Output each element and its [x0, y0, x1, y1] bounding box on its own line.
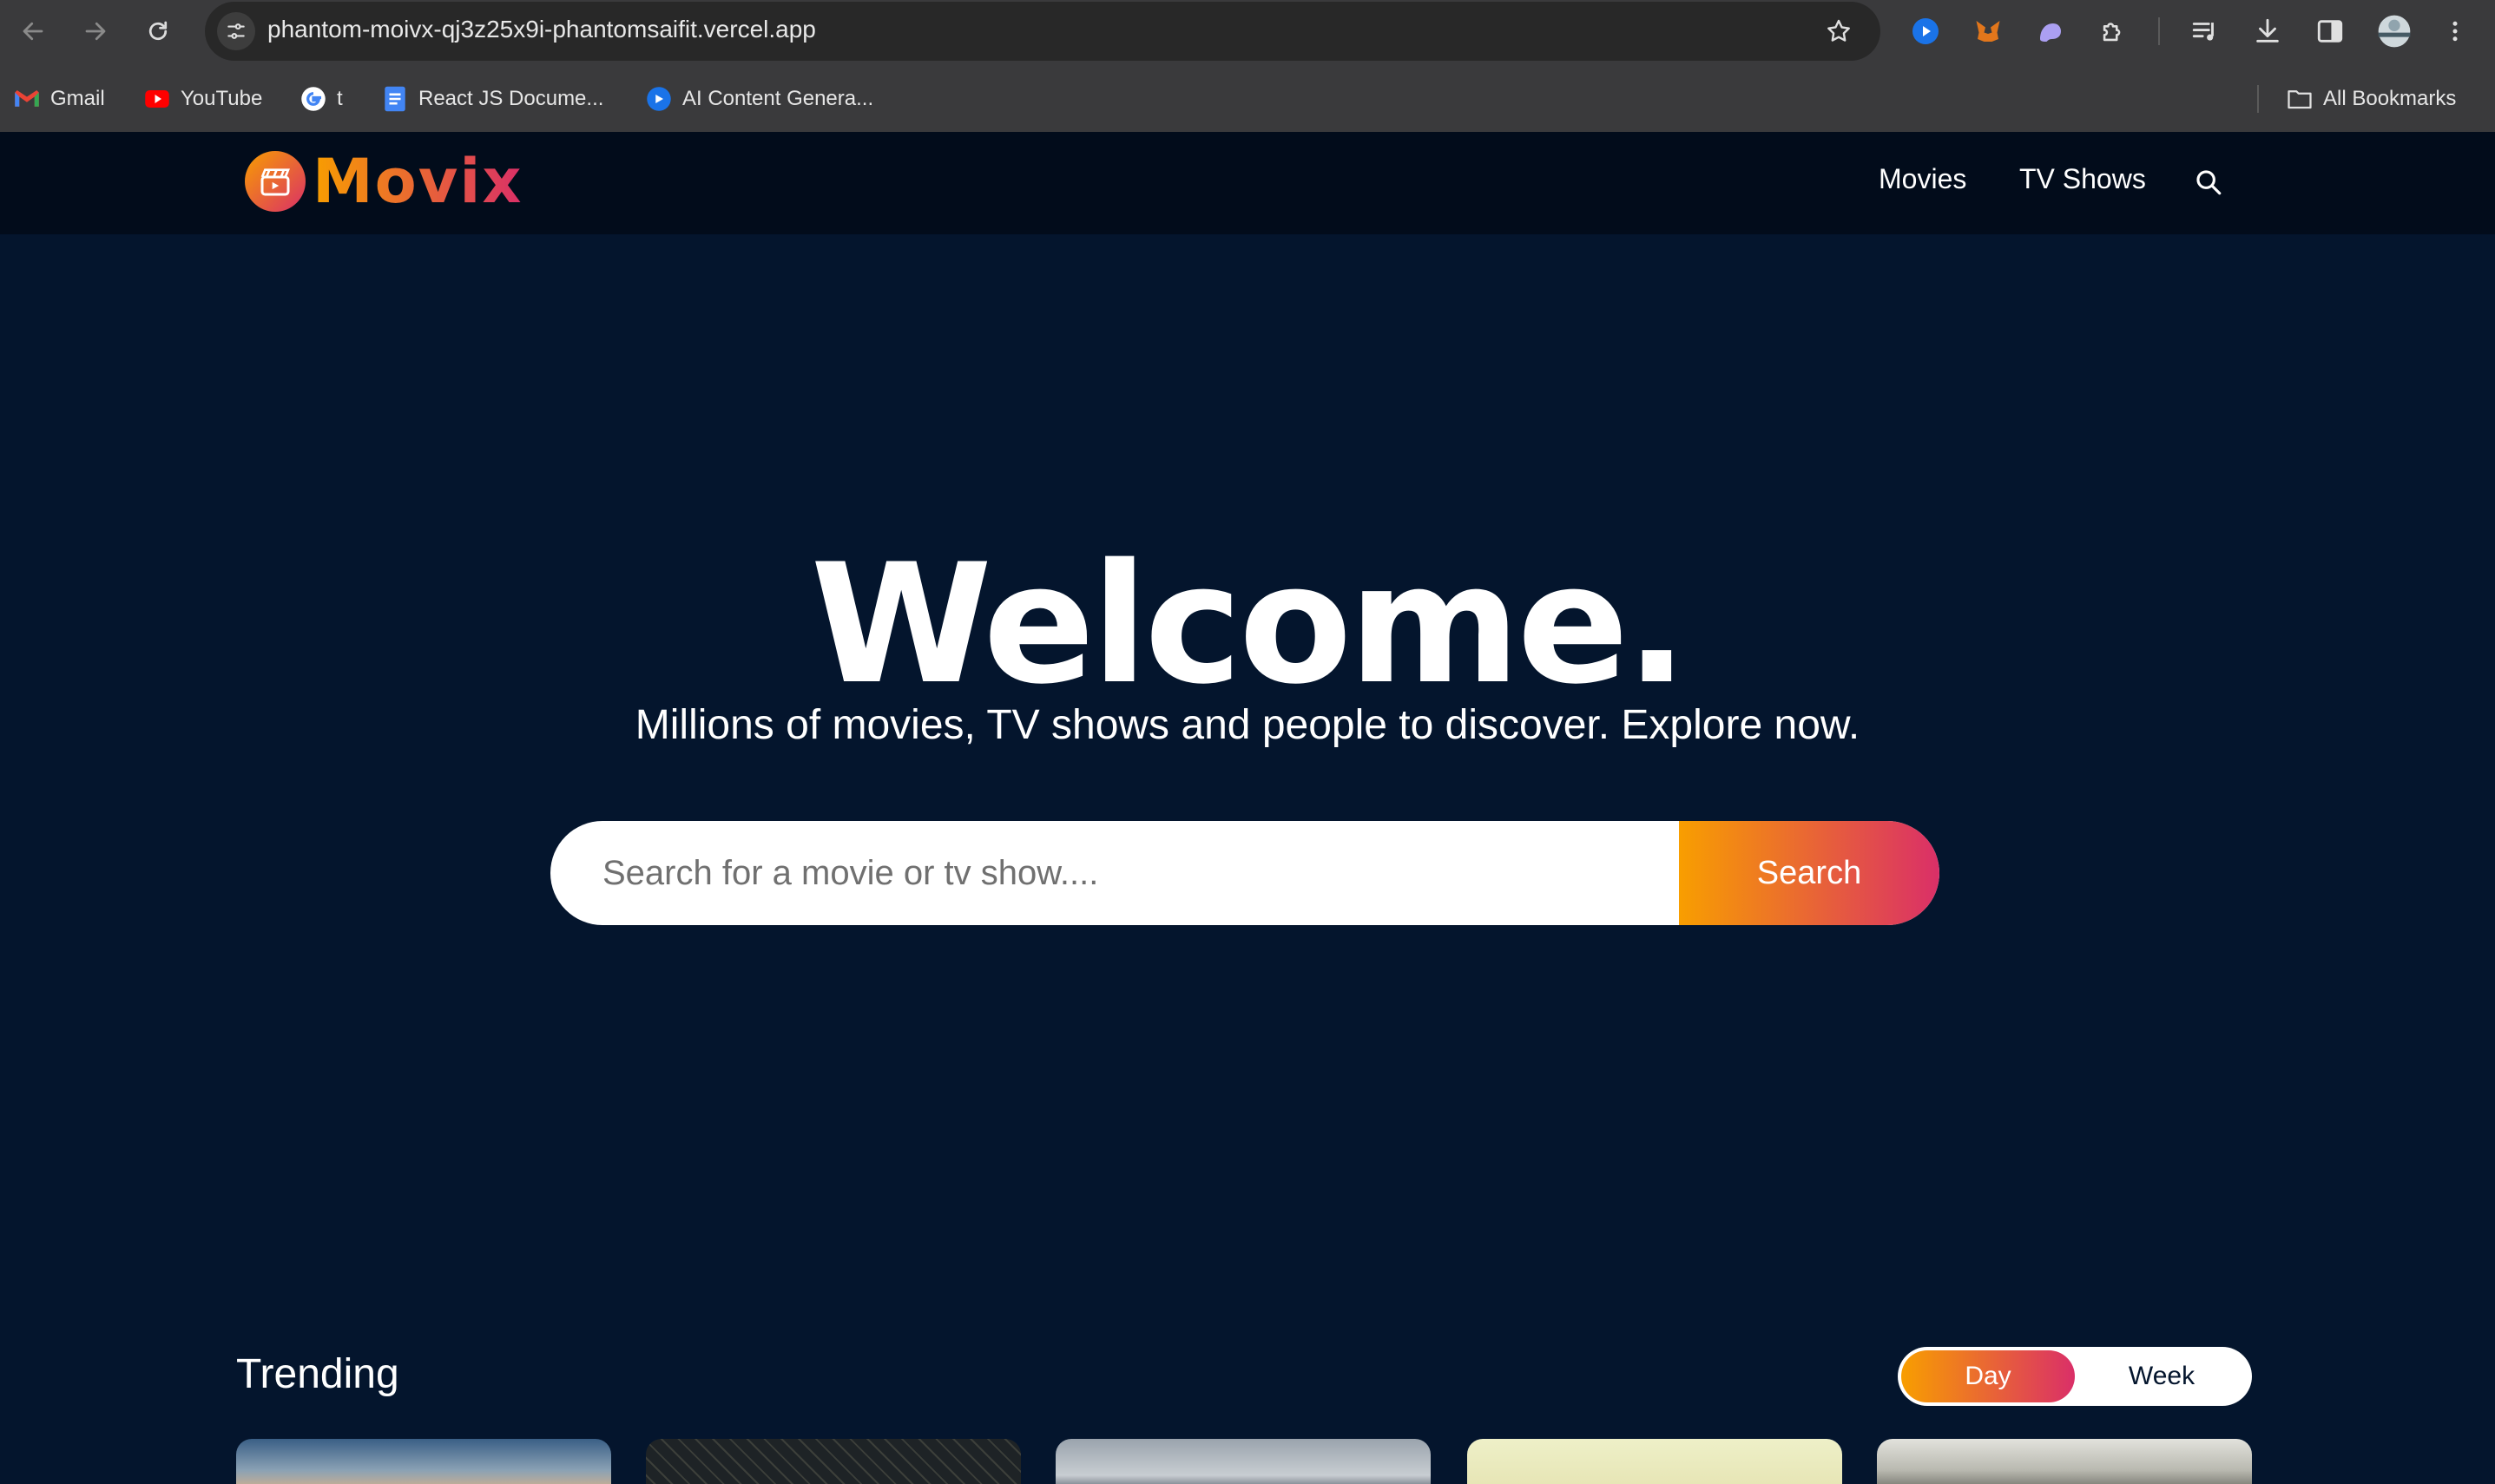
puzzle-icon	[2103, 23, 2121, 42]
trending-card-poster[interactable]	[1467, 1439, 1842, 1484]
back-button[interactable]	[14, 12, 52, 50]
trending-card-poster[interactable]	[1056, 1439, 1431, 1484]
hero-subtitle: Millions of movies, TV shows and people …	[635, 702, 1860, 748]
clapperboard-icon	[245, 151, 306, 212]
all-bookmarks-label: All Bookmarks	[2323, 87, 2457, 110]
bookmark-google[interactable]: t	[300, 82, 343, 116]
logo-text: Movix	[313, 146, 523, 217]
nav-tv-shows[interactable]: TV Shows	[2019, 163, 2146, 195]
bookmark-label: AI Content Genera...	[682, 87, 874, 110]
address-bar[interactable]: phantom-moivx-qj3z25x9i-phantomsaifit.ve…	[205, 2, 1880, 61]
site-info-button[interactable]	[217, 12, 255, 50]
browser-chrome: phantom-moivx-qj3z25x9i-phantomsaifit.ve…	[0, 0, 2495, 132]
toolbar-divider	[2158, 17, 2160, 45]
download-icon	[2256, 18, 2279, 43]
downloads-button[interactable]	[2248, 12, 2287, 50]
ai-content-icon	[646, 86, 672, 112]
trending-card-poster[interactable]	[646, 1439, 1021, 1484]
gmail-icon	[14, 86, 40, 112]
bookmark-youtube[interactable]: YouTube	[144, 82, 262, 116]
docs-icon	[382, 86, 408, 112]
extension-1-button[interactable]	[1906, 12, 1945, 50]
all-bookmarks-button[interactable]: All Bookmarks	[2287, 82, 2456, 116]
site-header: Movix Movies TV Shows	[0, 132, 2495, 234]
hero-search-input[interactable]	[550, 821, 1679, 925]
url-text[interactable]: phantom-moivx-qj3z25x9i-phantomsaifit.ve…	[267, 16, 816, 43]
hero-title: Welcome.	[810, 529, 1689, 720]
tune-icon	[227, 23, 245, 39]
nav-movies[interactable]: Movies	[1879, 163, 1966, 195]
hero-search-button[interactable]: Search	[1679, 821, 1939, 925]
bookmark-gmail[interactable]: Gmail	[14, 82, 105, 116]
browser-menu-button[interactable]	[2436, 12, 2474, 50]
bookmark-label: React JS Docume...	[418, 87, 604, 110]
queue-music-icon	[2192, 23, 2214, 41]
fox-icon	[1976, 21, 2000, 42]
browser-toolbar: phantom-moivx-qj3z25x9i-phantomsaifit.ve…	[0, 0, 2495, 62]
bookmark-ai-content[interactable]: AI Content Genera...	[646, 82, 873, 116]
extension-3-button[interactable]	[2031, 12, 2070, 50]
star-icon	[1827, 19, 1850, 42]
trending-title: Trending	[236, 1351, 399, 1397]
bookmarks-divider	[2257, 85, 2259, 113]
metamask-extension-button[interactable]	[1969, 12, 2007, 50]
trending-timeframe-switch: Day Week	[1898, 1347, 2252, 1406]
tab-week[interactable]: Week	[2075, 1350, 2248, 1402]
avatar	[2378, 15, 2411, 48]
media-control-button[interactable]	[2186, 12, 2224, 50]
reload-icon	[148, 21, 168, 41]
bookmark-star-button[interactable]	[1821, 14, 1856, 49]
header-search-button[interactable]	[2191, 165, 2226, 200]
profile-button[interactable]	[2375, 12, 2413, 50]
extensions-button[interactable]	[2094, 12, 2132, 50]
tab-day[interactable]: Day	[1901, 1350, 2075, 1402]
trending-card-poster[interactable]	[1877, 1439, 2252, 1484]
side-panel-icon	[2317, 20, 2343, 43]
search-icon	[2196, 170, 2222, 195]
more-vert-icon	[2452, 21, 2458, 42]
bookmark-label: YouTube	[181, 87, 263, 110]
movix-logo[interactable]: Movix	[245, 149, 523, 213]
bookmark-label: Gmail	[50, 87, 105, 110]
google-icon	[300, 86, 326, 112]
forward-button[interactable]	[76, 12, 115, 50]
youtube-icon	[144, 86, 170, 112]
trending-card-poster[interactable]	[236, 1439, 611, 1484]
bookmark-label: t	[337, 87, 343, 110]
reload-button[interactable]	[139, 12, 177, 50]
ghost-extension-icon	[2040, 23, 2061, 42]
bookmarks-bar: Gmail YouTube t React JS Docume... AI Co…	[0, 73, 2495, 127]
side-panel-button[interactable]	[2311, 12, 2349, 50]
play-extension-icon	[1912, 18, 1939, 44]
bookmark-react-docs[interactable]: React JS Docume...	[382, 82, 603, 116]
back-arrow-icon	[23, 22, 43, 41]
forward-arrow-icon	[85, 22, 106, 41]
folder-icon	[2287, 86, 2313, 112]
hero-search-form: Search	[550, 821, 1939, 925]
